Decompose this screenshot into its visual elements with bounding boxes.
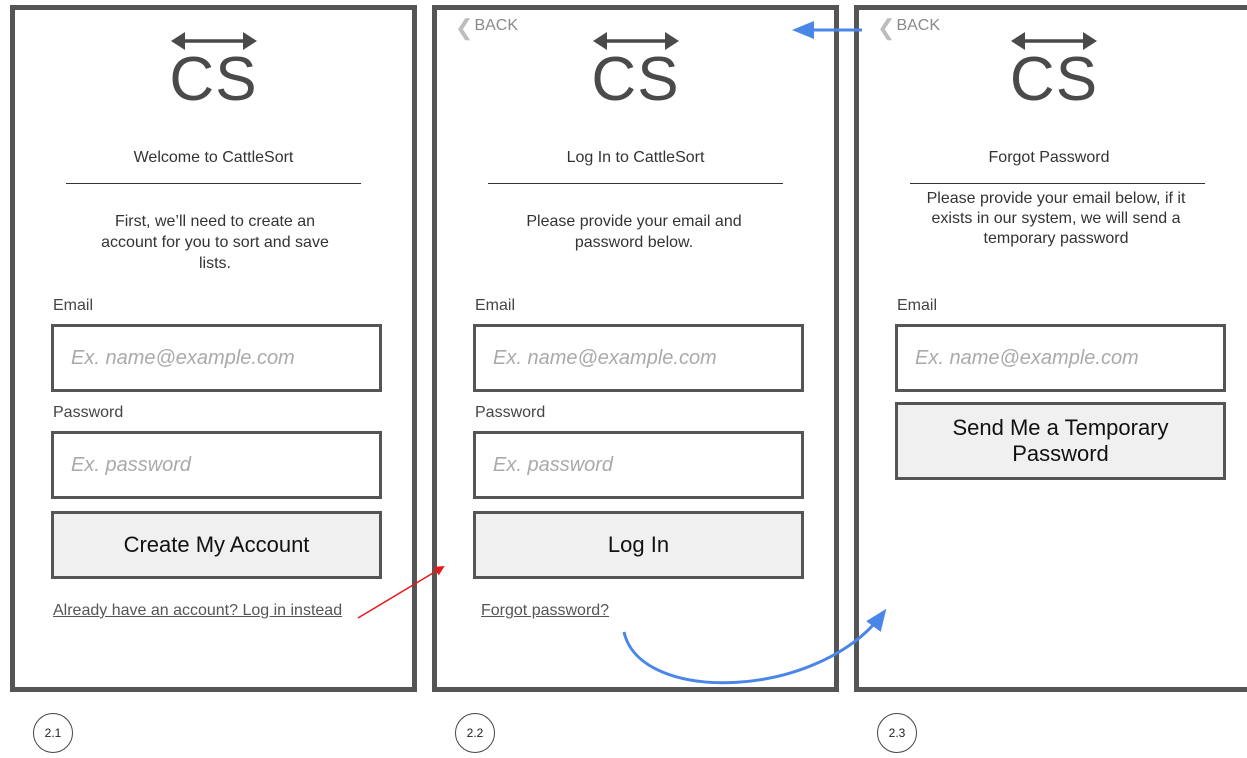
email-label: Email: [897, 297, 938, 314]
logo-text: CS: [169, 45, 258, 114]
step-badge-2-1: 2.1: [33, 713, 73, 753]
login-instead-link[interactable]: Already have an account? Log in instead: [53, 600, 353, 621]
screen-forgot-password: ❮ BACK CS Forgot Password Please provide…: [854, 5, 1247, 692]
email-field[interactable]: Ex. name@example.com: [51, 324, 382, 392]
logo: CS: [859, 30, 1247, 120]
logo: CS: [15, 30, 412, 120]
description: First, we’ll need to create an account f…: [101, 213, 329, 272]
logo: CS: [437, 30, 834, 120]
email-label: Email: [475, 297, 516, 314]
logo-text: CS: [591, 45, 680, 114]
step-badge-2-3: 2.3: [877, 713, 917, 753]
password-field[interactable]: Ex. password: [51, 431, 382, 499]
screen-create-account: CS Welcome to CattleSort First, we’ll ne…: [10, 5, 417, 692]
email-label: Email: [53, 297, 94, 314]
page-title: Log In to CattleSort: [566, 149, 705, 166]
divider: [910, 183, 1205, 184]
email-field[interactable]: Ex. name@example.com: [895, 324, 1226, 392]
create-account-button[interactable]: Create My Account: [51, 511, 382, 579]
step-badge-2-2: 2.2: [455, 713, 495, 753]
password-label: Password: [475, 404, 546, 421]
divider: [66, 183, 361, 184]
description: Please provide your email below, if it e…: [926, 190, 1186, 247]
page-title: Welcome to CattleSort: [133, 149, 294, 166]
screen-log-in: ❮ BACK CS Log In to CattleSort Please pr…: [432, 5, 839, 692]
log-in-button[interactable]: Log In: [473, 511, 804, 579]
password-label: Password: [53, 404, 124, 421]
logo-text: CS: [1009, 45, 1099, 114]
password-field[interactable]: Ex. password: [473, 431, 804, 499]
send-temporary-password-button[interactable]: Send Me a Temporary Password: [895, 402, 1226, 480]
divider: [488, 183, 783, 184]
page-title: Forgot Password: [988, 149, 1110, 166]
forgot-password-link[interactable]: Forgot password?: [481, 600, 609, 621]
description: Please provide your email and password b…: [526, 213, 742, 251]
email-field[interactable]: Ex. name@example.com: [473, 324, 804, 392]
